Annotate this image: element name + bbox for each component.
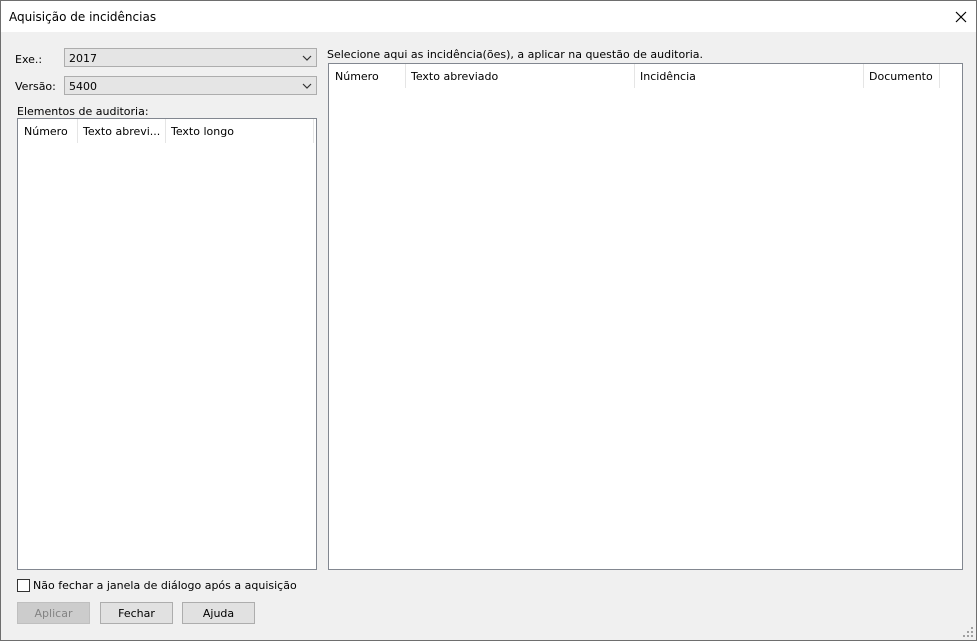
dialog-window: Aquisição de incidências Exe.: 2017 Vers… xyxy=(0,0,977,641)
versao-value: 5400 xyxy=(69,80,97,93)
close-button[interactable]: Fechar xyxy=(100,602,173,624)
column-header-documento[interactable]: Documento xyxy=(864,64,940,88)
audit-elements-list[interactable]: Número Texto abrevi... Texto longo xyxy=(17,118,317,570)
exe-label: Exe.: xyxy=(15,53,43,66)
apply-button[interactable]: Aplicar xyxy=(17,602,90,624)
exe-dropdown[interactable]: 2017 xyxy=(64,48,317,67)
title-bar: Aquisição de incidências xyxy=(1,1,976,32)
column-header-incidencia[interactable]: Incidência xyxy=(635,64,864,88)
resize-grip-icon[interactable] xyxy=(963,627,974,638)
exe-value: 2017 xyxy=(69,52,97,65)
versao-label: Versão: xyxy=(15,80,56,93)
audit-elements-label: Elementos de auditoria: xyxy=(17,105,149,118)
incidences-label: Selecione aqui as incidência(ões), a apl… xyxy=(327,48,704,61)
versao-dropdown[interactable]: 5400 xyxy=(64,76,317,95)
column-header-texto-longo[interactable]: Texto longo xyxy=(166,119,314,143)
incidences-list[interactable]: Número Texto abreviado Incidência Docume… xyxy=(328,63,963,570)
help-button[interactable]: Ajuda xyxy=(182,602,255,624)
column-header-texto-abreviado[interactable]: Texto abrevi... xyxy=(78,119,166,143)
chevron-down-icon xyxy=(302,83,312,89)
keep-open-checkbox[interactable] xyxy=(17,579,30,592)
chevron-down-icon xyxy=(302,55,312,61)
close-icon xyxy=(955,11,967,22)
window-title: Aquisição de incidências xyxy=(9,10,157,24)
keep-open-label[interactable]: Não fechar a janela de diálogo após a aq… xyxy=(33,579,297,592)
close-window-button[interactable] xyxy=(946,1,976,32)
column-header-numero[interactable]: Número xyxy=(19,119,78,143)
column-header-numero[interactable]: Número xyxy=(330,64,406,88)
column-header-texto-abreviado[interactable]: Texto abreviado xyxy=(406,64,635,88)
